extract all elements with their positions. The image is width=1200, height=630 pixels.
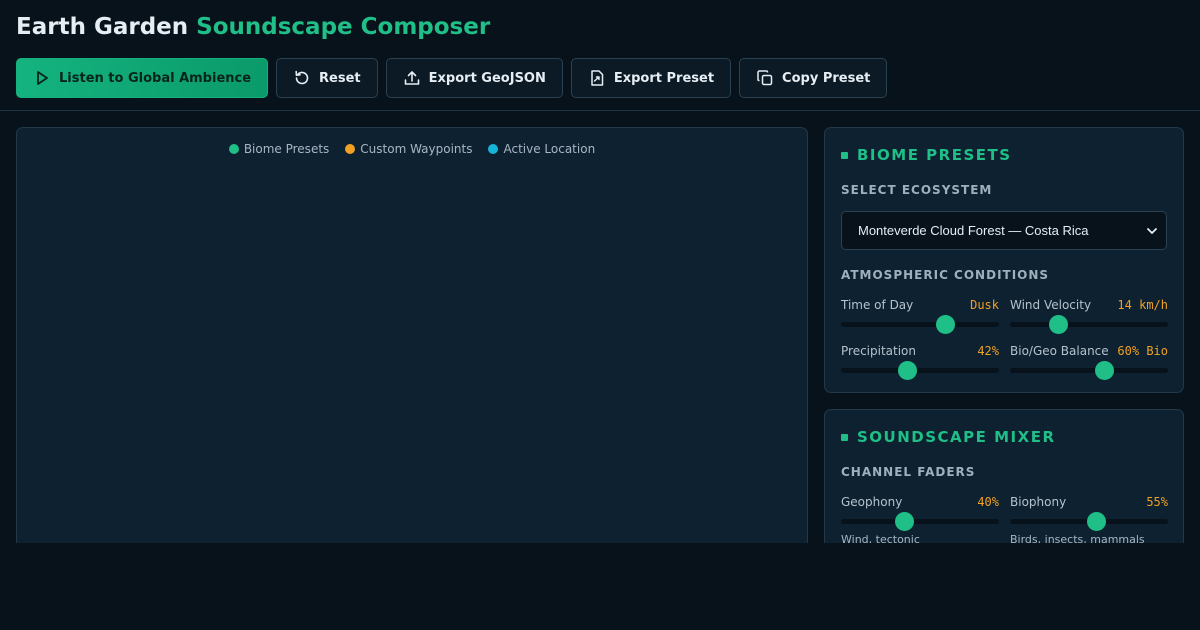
- atmospheric-conditions-label: ATMOSPHERIC CONDITIONS: [841, 268, 1050, 282]
- control-label: Wind Velocity: [1010, 298, 1092, 312]
- legend-item-biome-presets[interactable]: Biome Presets: [228, 142, 330, 156]
- toolbar: Listen to Global Ambience Reset Export G…: [16, 58, 888, 98]
- copy-icon: [757, 70, 773, 86]
- export-preset-button[interactable]: Export Preset: [570, 58, 732, 98]
- slider-thumb[interactable]: [1095, 361, 1115, 380]
- upload-icon: [404, 71, 419, 85]
- legend-item-custom-waypoints[interactable]: Custom Waypoints: [345, 142, 472, 156]
- wind-velocity-slider[interactable]: [1010, 315, 1168, 334]
- slider-thumb[interactable]: [897, 361, 917, 380]
- map-canvas[interactable]: Biome Presets Custom Waypoints Active Lo…: [16, 127, 808, 557]
- title-accent: Soundscape Composer: [196, 14, 491, 40]
- ecosystem-selected-value: Monteverde Cloud Forest — Costa Rica: [858, 223, 1089, 238]
- time-of-day-control: Time of Day Dusk: [841, 298, 999, 344]
- channel-faders-label: CHANNEL FADERS: [841, 465, 976, 479]
- viewport-bottom-background: [0, 543, 1200, 630]
- ecosystem-select[interactable]: Monteverde Cloud Forest — Costa Rica: [841, 211, 1167, 250]
- play-icon: [37, 71, 48, 85]
- control-label: Bio/Geo Balance: [1010, 344, 1109, 358]
- copy-preset-label: Copy Preset: [782, 70, 871, 86]
- chevron-down-icon: [1147, 227, 1157, 234]
- precipitation-control: Precipitation 42%: [841, 344, 999, 390]
- legend-dot: [345, 144, 356, 154]
- control-label: Time of Day: [841, 298, 914, 312]
- legend-label: Active Location: [503, 142, 596, 156]
- control-value: 42%: [977, 344, 999, 358]
- bio-geo-balance-slider[interactable]: [1010, 361, 1168, 380]
- wind-velocity-control: Wind Velocity 14 km/h: [1010, 298, 1168, 344]
- time-of-day-slider[interactable]: [841, 315, 999, 334]
- legend-label: Custom Waypoints: [360, 142, 473, 156]
- geophony-fader[interactable]: [841, 512, 999, 531]
- export-geojson-label: Export GeoJSON: [428, 70, 546, 86]
- reset-label: Reset: [319, 70, 361, 86]
- biome-panel-title: BIOME PRESETS: [857, 146, 1012, 164]
- fader-thumb[interactable]: [894, 512, 914, 531]
- legend-label: Biome Presets: [243, 142, 330, 156]
- copy-preset-button[interactable]: Copy Preset: [739, 58, 888, 98]
- page-title: Earth Garden Soundscape Composer: [16, 14, 490, 40]
- channel-value: 40%: [977, 495, 999, 509]
- legend-dot: [228, 144, 239, 154]
- conditions-grid: Time of Day Dusk Wind Velocity 14 km/h P…: [841, 298, 1168, 390]
- slider-thumb[interactable]: [935, 315, 955, 334]
- panel-title: SOUNDSCAPE MIXER: [841, 428, 1167, 446]
- export-geojson-button[interactable]: Export GeoJSON: [385, 58, 563, 98]
- mixer-panel-title: SOUNDSCAPE MIXER: [857, 428, 1056, 446]
- reset-icon: [295, 70, 309, 85]
- listen-label: Listen to Global Ambience: [59, 70, 252, 86]
- legend-item-active-location[interactable]: Active Location: [488, 142, 595, 156]
- control-value: Dusk: [970, 298, 999, 312]
- channel-label: Geophony: [841, 495, 903, 509]
- channel-label: Biophony: [1010, 495, 1067, 509]
- title-main: Earth Garden: [16, 14, 189, 40]
- control-value: 14 km/h: [1117, 298, 1168, 312]
- file-export-icon: [591, 70, 604, 86]
- export-preset-label: Export Preset: [613, 70, 715, 86]
- app-header: Earth Garden Soundscape Composer Listen …: [0, 0, 1200, 111]
- map-legend: Biome Presets Custom Waypoints Active Lo…: [17, 142, 807, 156]
- precipitation-slider[interactable]: [841, 361, 999, 380]
- section-marker-icon: [841, 433, 848, 441]
- reset-button[interactable]: Reset: [276, 58, 378, 98]
- control-value: 60% Bio: [1117, 344, 1168, 358]
- biome-presets-panel: BIOME PRESETS SELECT ECOSYSTEM Monteverd…: [824, 127, 1184, 393]
- slider-thumb[interactable]: [1049, 315, 1069, 334]
- panel-title: BIOME PRESETS: [841, 146, 1167, 164]
- biophony-fader[interactable]: [1010, 512, 1168, 531]
- bio-geo-balance-control: Bio/Geo Balance 60% Bio: [1010, 344, 1168, 390]
- legend-dot: [488, 144, 499, 154]
- fader-thumb[interactable]: [1087, 512, 1107, 531]
- channel-value: 55%: [1146, 495, 1168, 509]
- control-label: Precipitation: [841, 344, 917, 358]
- select-ecosystem-label: SELECT ECOSYSTEM: [841, 183, 993, 197]
- listen-button[interactable]: Listen to Global Ambience: [16, 58, 269, 98]
- section-marker-icon: [841, 151, 848, 159]
